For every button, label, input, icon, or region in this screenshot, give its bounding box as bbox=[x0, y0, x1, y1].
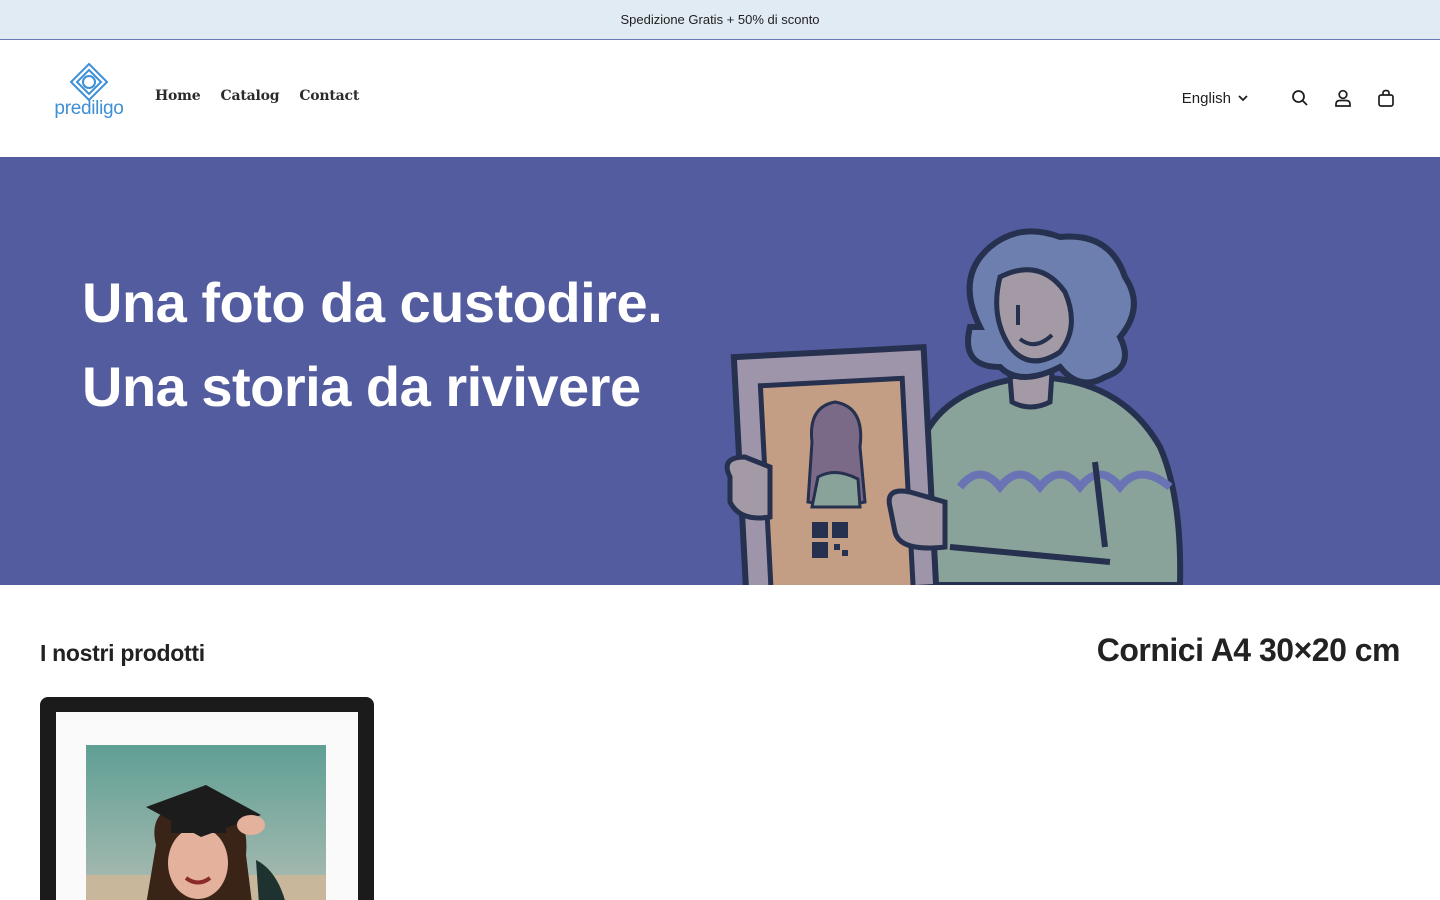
announcement-text: Spedizione Gratis + 50% di sconto bbox=[620, 12, 820, 27]
account-button[interactable] bbox=[1329, 84, 1357, 112]
header-actions: English bbox=[1182, 84, 1400, 112]
nav-home[interactable]: Home bbox=[155, 88, 201, 104]
nav-catalog[interactable]: Catalog bbox=[221, 88, 280, 104]
product-image bbox=[86, 745, 326, 900]
search-button[interactable] bbox=[1286, 84, 1314, 112]
hero-heading-line1: Una foto da custodire. bbox=[82, 271, 663, 334]
search-icon bbox=[1292, 90, 1308, 106]
site-header: prediligo Home Catalog Contact English bbox=[0, 40, 1440, 157]
hero-illustration bbox=[724, 228, 1184, 585]
product-photo-graduate bbox=[86, 745, 326, 900]
product-card[interactable] bbox=[40, 697, 374, 900]
language-selector[interactable]: English bbox=[1182, 90, 1249, 107]
cart-icon bbox=[1378, 89, 1394, 107]
logo-diamond-icon bbox=[69, 62, 109, 102]
collection-title: Cornici A4 30×20 cm bbox=[1096, 632, 1401, 668]
nav-contact[interactable]: Contact bbox=[299, 88, 359, 104]
chevron-down-icon bbox=[1238, 95, 1248, 102]
main-nav: Home Catalog Contact bbox=[155, 88, 359, 104]
language-label: English bbox=[1181, 89, 1231, 107]
announcement-bar: Spedizione Gratis + 50% di sconto bbox=[0, 0, 1440, 40]
hero-heading-line2: Una storia da rivivere bbox=[82, 355, 641, 418]
products-section-title: I nostri prodotti bbox=[40, 640, 205, 666]
logo-text: prediligo bbox=[54, 98, 124, 119]
logo[interactable]: prediligo bbox=[48, 62, 130, 122]
cart-button[interactable] bbox=[1372, 84, 1400, 112]
hero-banner: Una foto da custodire. Una storia da riv… bbox=[0, 157, 1440, 585]
account-icon bbox=[1335, 89, 1351, 107]
